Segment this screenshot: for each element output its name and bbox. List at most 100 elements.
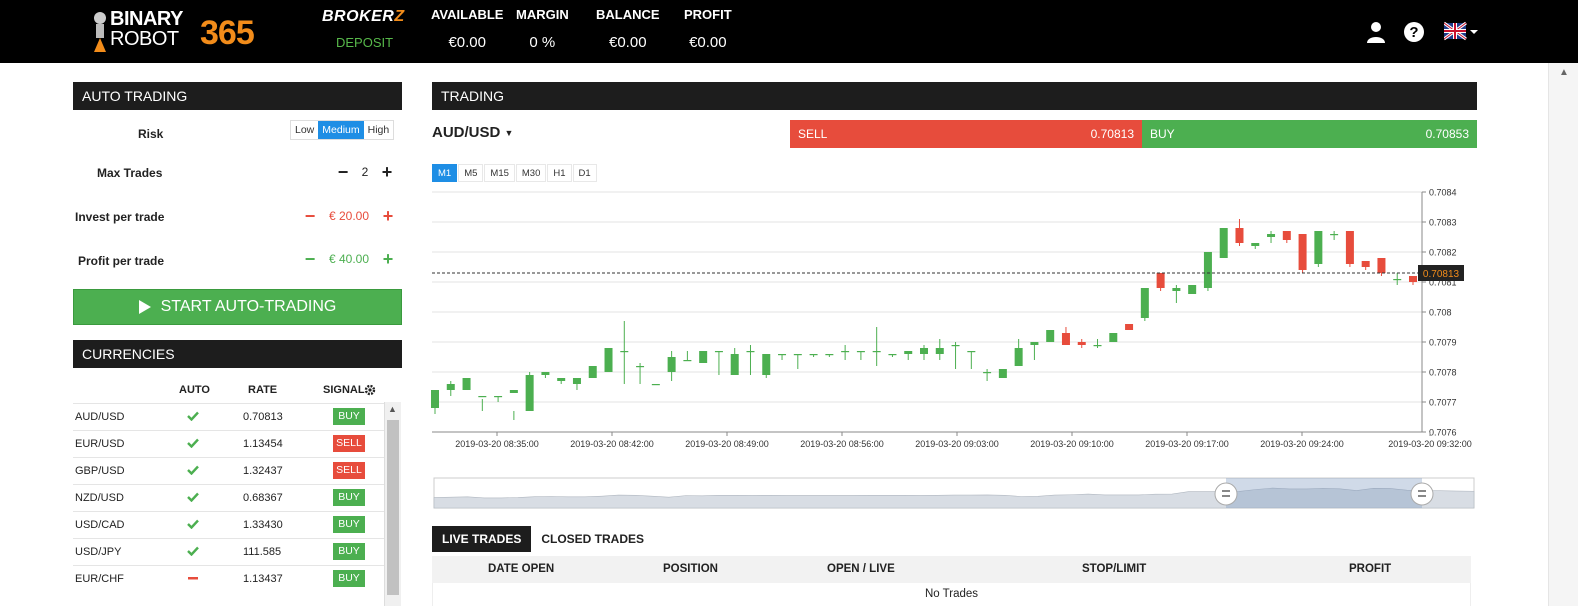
candle-body[interactable] <box>462 378 471 390</box>
candle-body[interactable] <box>920 348 928 354</box>
candle-body[interactable] <box>1393 279 1402 281</box>
signal-badge[interactable]: BUY <box>333 408 365 425</box>
candle-body[interactable] <box>872 351 881 353</box>
candle-body[interactable] <box>1298 234 1307 270</box>
tab-live-trades[interactable]: LIVE TRADES <box>432 526 532 552</box>
candle-body[interactable] <box>1125 324 1134 330</box>
signal-badge[interactable]: BUY <box>333 489 365 506</box>
candle-body[interactable] <box>1409 276 1417 282</box>
candle-body[interactable] <box>1251 243 1260 246</box>
check-icon[interactable] <box>187 438 199 451</box>
uk-flag-icon[interactable] <box>1444 20 1480 44</box>
sell-button[interactable]: SELL 0.70813 <box>790 120 1142 148</box>
currency-row[interactable]: AUD/USD 0.70813 BUY <box>73 403 385 430</box>
page-scrollbar[interactable]: ▲ <box>1548 63 1578 606</box>
candle-body[interactable] <box>746 351 755 353</box>
profit-plus-button[interactable]: + <box>381 250 395 268</box>
candle-body[interactable] <box>888 354 897 356</box>
candle-body[interactable] <box>572 378 581 384</box>
candle-body[interactable] <box>1219 228 1228 258</box>
candle-body[interactable] <box>509 390 518 393</box>
candle-body[interactable] <box>841 351 850 353</box>
candle-body[interactable] <box>1330 234 1339 236</box>
candle-body[interactable] <box>967 351 976 353</box>
tab-closed-trades[interactable]: CLOSED TRADES <box>531 526 654 552</box>
candle-body[interactable] <box>1014 348 1023 366</box>
candle-body[interactable] <box>683 360 692 362</box>
candle-body[interactable] <box>1203 252 1212 288</box>
dash-icon[interactable] <box>187 573 199 586</box>
profit-minus-button[interactable]: − <box>303 250 317 268</box>
candle-body[interactable] <box>636 366 645 368</box>
candle-body[interactable] <box>1030 342 1039 345</box>
candle-body[interactable] <box>1235 228 1244 243</box>
scroll-thumb[interactable] <box>387 420 399 595</box>
candle-body[interactable] <box>1093 345 1102 347</box>
candle-body[interactable] <box>1156 273 1165 288</box>
candle-body[interactable] <box>588 366 597 378</box>
signal-badge[interactable]: BUY <box>333 570 365 587</box>
signal-badge[interactable]: SELL <box>333 435 365 452</box>
candle-body[interactable] <box>651 384 660 386</box>
max-trades-plus-button[interactable]: + <box>380 163 394 181</box>
candle-body[interactable] <box>762 354 771 375</box>
candle-body[interactable] <box>1377 258 1386 273</box>
candle-body[interactable] <box>1345 231 1354 264</box>
check-icon[interactable] <box>187 519 199 532</box>
candle-body[interactable] <box>1046 330 1055 342</box>
candle-body[interactable] <box>825 354 834 356</box>
pair-selector[interactable]: AUD/USD ▼ <box>432 124 513 141</box>
candle-body[interactable] <box>1314 231 1323 264</box>
price-chart[interactable]: 0.70840.70830.70820.70810.7080.70790.707… <box>430 183 1480 515</box>
timeframe-h1[interactable]: H1 <box>547 164 572 182</box>
currency-row[interactable]: USD/CAD 1.33430 BUY <box>73 511 385 538</box>
candle-body[interactable] <box>446 384 455 390</box>
max-trades-minus-button[interactable]: − <box>336 163 350 181</box>
candle-body[interactable] <box>935 348 944 354</box>
candle-body[interactable] <box>983 372 992 374</box>
candle-body[interactable] <box>1061 333 1070 345</box>
timeframe-m1[interactable]: M1 <box>432 164 458 182</box>
timeframe-d1[interactable]: D1 <box>572 164 597 182</box>
candle-body[interactable] <box>778 354 787 356</box>
navigator-handle-icon[interactable] <box>1410 482 1434 506</box>
deposit-link[interactable]: DEPOSIT <box>336 35 393 50</box>
currencies-scrollbar[interactable]: ▲ <box>384 402 401 606</box>
gear-icon[interactable] <box>364 384 376 396</box>
scroll-up-icon[interactable]: ▲ <box>1559 67 1569 78</box>
currency-row[interactable]: EUR/USD 1.13454 SELL <box>73 430 385 457</box>
currency-row[interactable]: GBP/USD 1.32437 SELL <box>73 457 385 484</box>
navigator-selection[interactable] <box>1226 478 1422 508</box>
currency-row[interactable]: USD/JPY 111.585 BUY <box>73 538 385 565</box>
candle-body[interactable] <box>620 351 629 353</box>
candle-body[interactable] <box>1282 231 1291 240</box>
candle-body[interactable] <box>1109 333 1118 342</box>
check-icon[interactable] <box>187 492 199 505</box>
user-icon[interactable] <box>1364 20 1388 44</box>
invest-minus-button[interactable]: − <box>303 207 317 225</box>
currency-row[interactable]: EUR/CHF 1.13437 BUY <box>73 565 385 592</box>
navigator-handle-icon[interactable] <box>1214 482 1238 506</box>
candle-body[interactable] <box>998 369 1007 378</box>
timeframe-m15[interactable]: M15 <box>484 164 515 182</box>
candle-body[interactable] <box>1077 342 1086 345</box>
check-icon[interactable] <box>187 465 199 478</box>
candle-body[interactable] <box>1172 288 1181 291</box>
candle-body[interactable] <box>1267 234 1276 237</box>
scroll-up-icon[interactable]: ▲ <box>388 404 397 414</box>
candle-body[interactable] <box>1140 288 1149 318</box>
candle-body[interactable] <box>1188 285 1197 294</box>
start-auto-trading-button[interactable]: START AUTO-TRADING <box>73 289 402 325</box>
candle-body[interactable] <box>1361 261 1370 267</box>
risk-medium-button[interactable]: Medium <box>318 121 364 139</box>
candle-body[interactable] <box>525 375 534 411</box>
currency-row[interactable]: NZD/USD 0.68367 BUY <box>73 484 385 511</box>
check-icon[interactable] <box>187 411 199 424</box>
candle-body[interactable] <box>667 357 676 372</box>
buy-button[interactable]: BUY 0.70853 <box>1142 120 1477 148</box>
candle-body[interactable] <box>809 354 818 356</box>
candle-body[interactable] <box>699 351 708 363</box>
candle-body[interactable] <box>856 351 865 353</box>
invest-plus-button[interactable]: + <box>381 207 395 225</box>
candle-body[interactable] <box>604 348 613 372</box>
